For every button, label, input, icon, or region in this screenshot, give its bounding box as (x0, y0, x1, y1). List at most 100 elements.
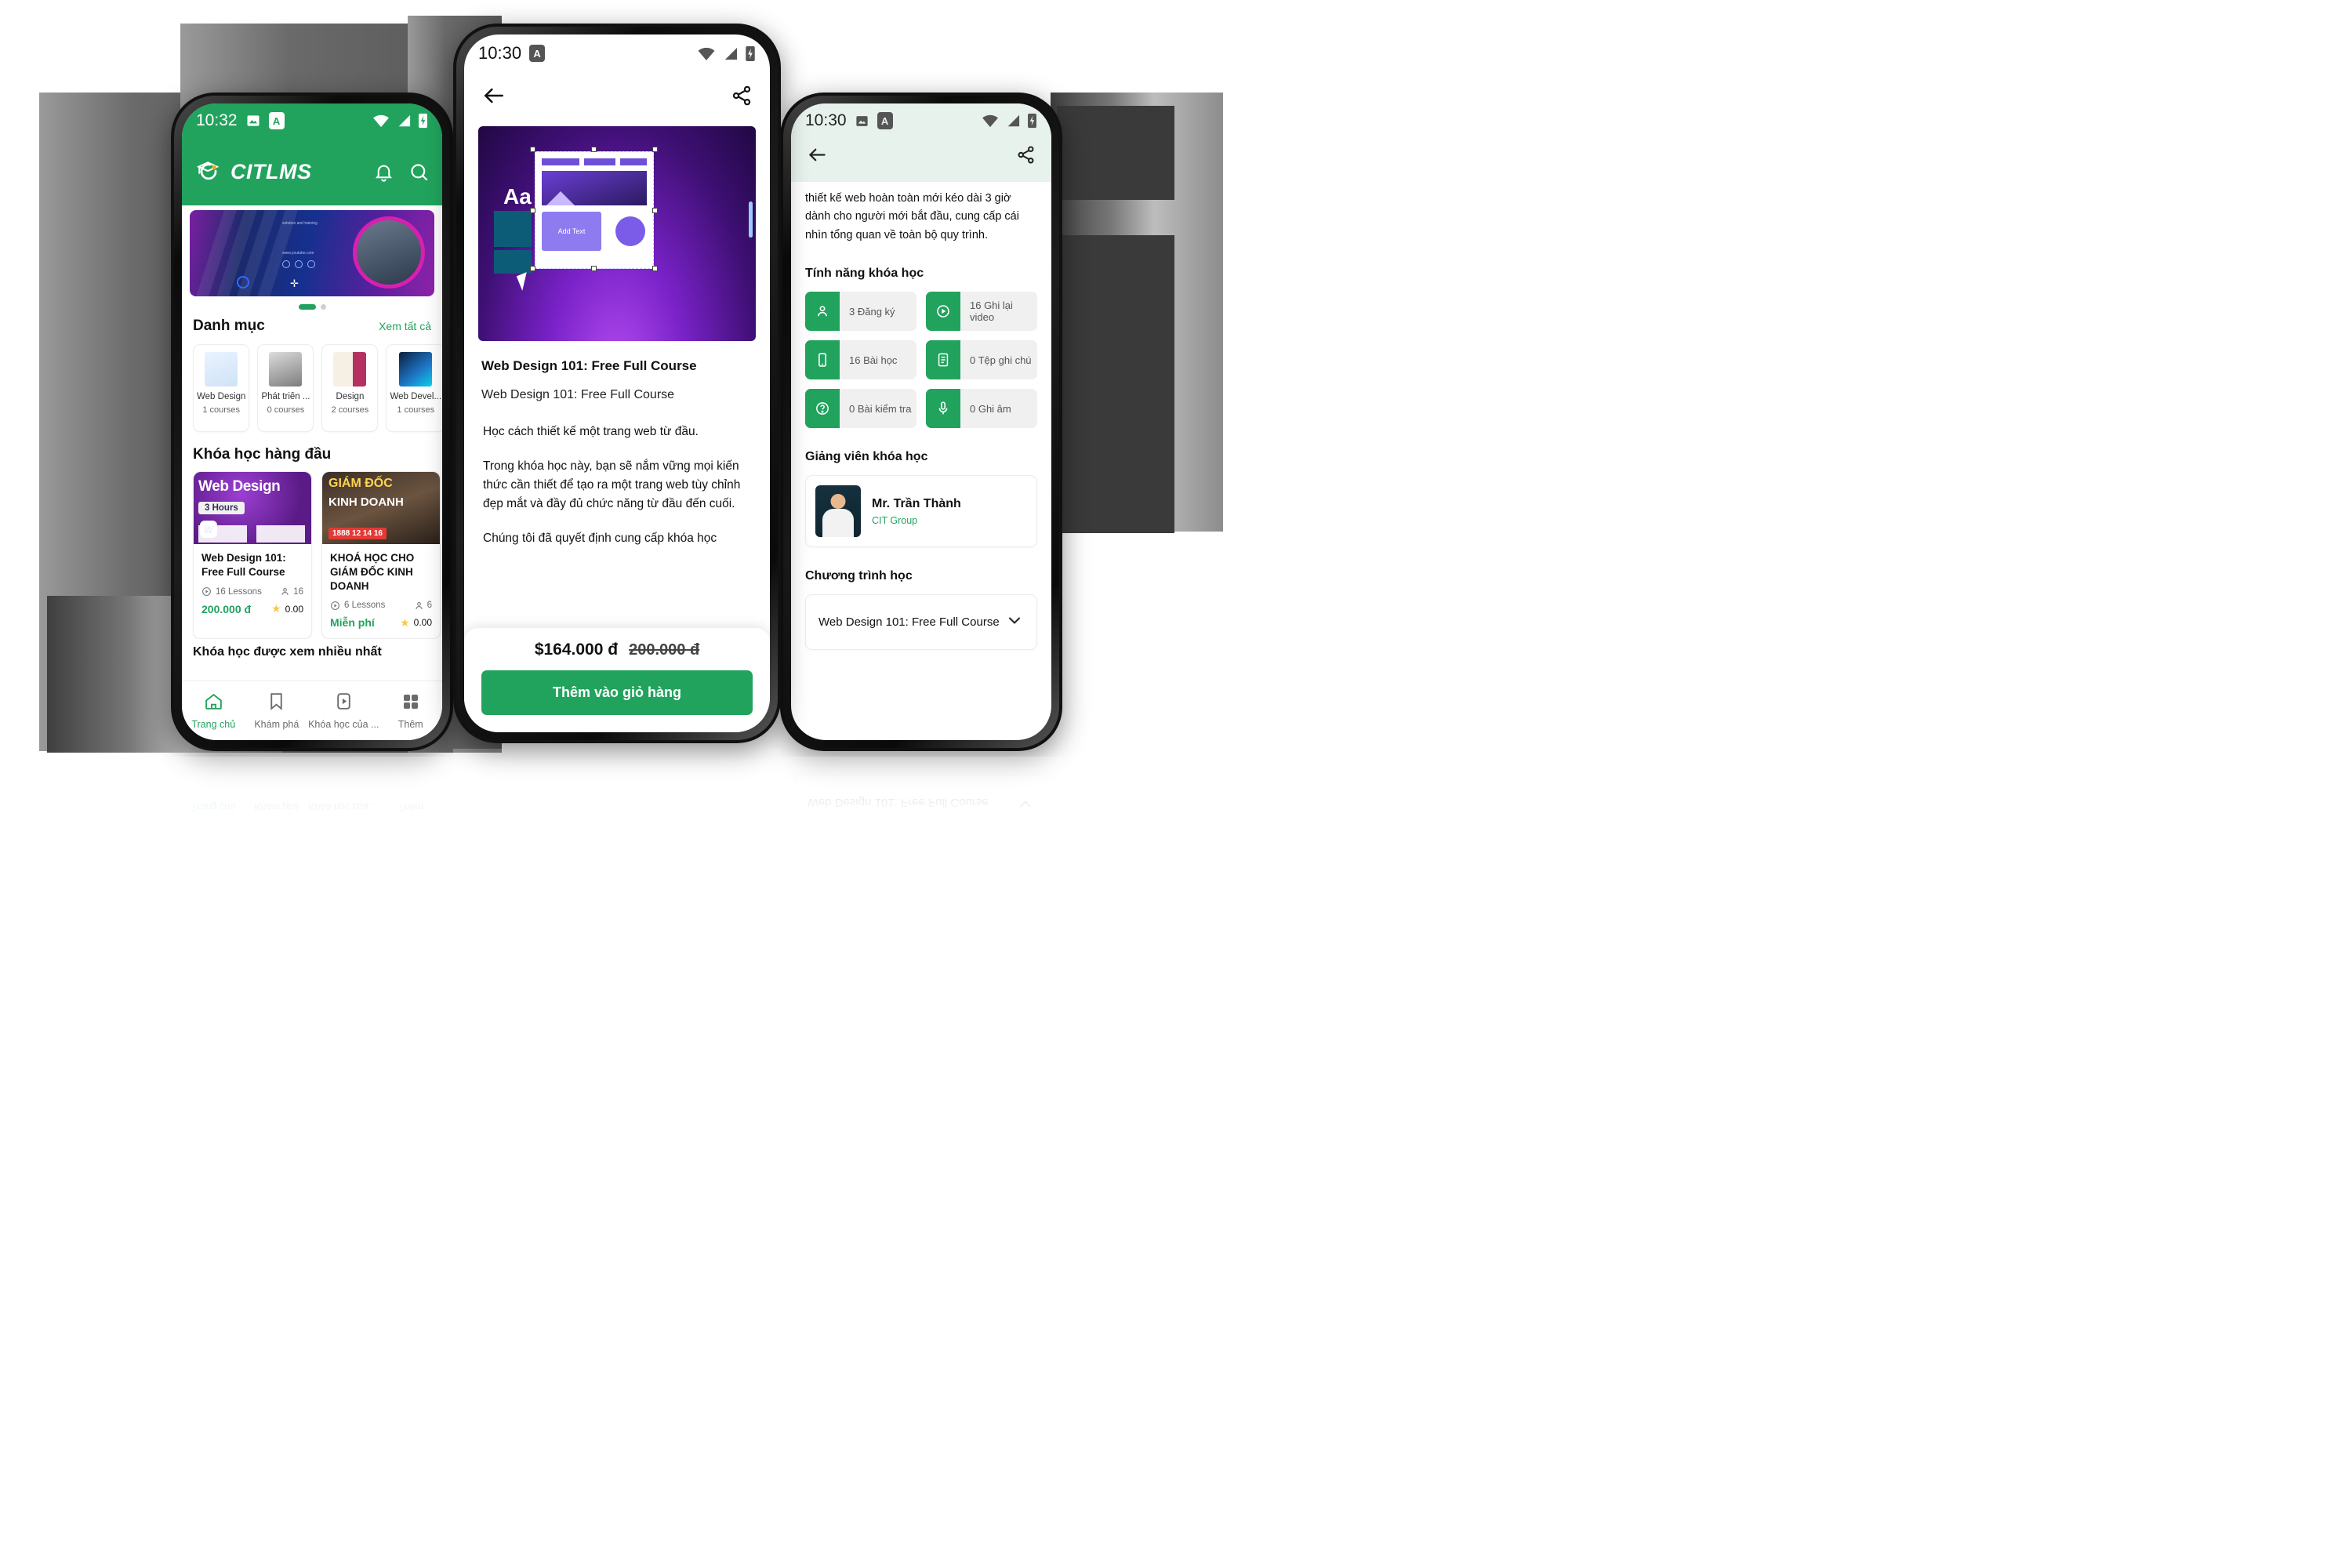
feature-label: 3 Đăng ký (849, 305, 895, 318)
detail-scroll-right[interactable]: thiết kế web hoàn toàn mới kéo dài 3 giờ… (791, 182, 1051, 651)
feature-label: 0 Bài kiểm tra (849, 402, 912, 415)
phone-center-screen: 10:30 A Aa Add Text Web Design 101: Free… (464, 34, 770, 732)
instructor-card[interactable]: Mr. Trần Thành CIT Group (805, 475, 1037, 548)
category-card[interactable]: Design 2 courses (321, 344, 379, 432)
category-count: 1 courses (202, 405, 241, 416)
tab-label: Khóa học của ... (308, 719, 379, 730)
search-icon[interactable] (408, 162, 430, 183)
star-icon: ★ (400, 615, 410, 629)
dot-active[interactable] (298, 304, 316, 310)
tab-label: Khám phá (254, 719, 299, 730)
purchase-bar: $164.000 đ 200.000 đ Thêm vào giỏ hàng (464, 628, 770, 732)
promo-banner[interactable]: solution and training www.youtube.com ✛ (190, 210, 434, 296)
back-arrow-icon[interactable] (807, 144, 828, 169)
phone-left-screen: 10:32 A CITLMS solution and training www… (182, 103, 442, 740)
person-icon (414, 601, 424, 611)
curriculum-item[interactable]: Web Design 101: Free Full Course (805, 594, 1037, 651)
courses-row[interactable]: Web Design 3 Hours W Web Design 101: Fre… (182, 463, 442, 639)
bg-block-right-dark-2 (1057, 235, 1174, 533)
A-icon: A (529, 45, 546, 62)
dot-2[interactable] (320, 304, 326, 310)
course-hero-image: Aa Add Text (478, 126, 756, 341)
wifi-icon (697, 46, 716, 61)
status-bar-center: 10:30 A (464, 34, 770, 72)
bg-block-right-dark (1057, 106, 1174, 200)
category-name: Phát triển ... (261, 392, 310, 401)
next-section-title: Khóa học được xem nhiều nhất (193, 644, 382, 659)
course-thumb-title: Web Design (198, 478, 281, 495)
tab-my-courses[interactable]: Khóa học của ... (308, 691, 379, 730)
star-icon: ★ (271, 602, 281, 615)
phone-center: 10:30 A Aa Add Text Web Design 101: Free… (453, 24, 781, 743)
category-name: Web Devel... (390, 392, 442, 401)
share-icon[interactable] (731, 85, 753, 111)
categories-row[interactable]: Web Design 1 courses Phát triển ... 0 co… (182, 335, 442, 435)
share-icon[interactable] (1016, 145, 1036, 169)
course-title: Web Design 101: Free Full Course (201, 552, 286, 579)
A-icon: A (268, 112, 285, 129)
feature-label: 16 Ghi lại video (970, 299, 1013, 324)
feature-item[interactable]: 16 Bài học (805, 340, 916, 380)
phone-right: 10:30 A thiết kế web hoàn toàn mới kéo d… (780, 93, 1062, 751)
feature-item[interactable]: 0 Ghi âm (926, 389, 1037, 429)
see-all-link[interactable]: Xem tất cả (379, 320, 431, 332)
app-title: CITLMS (230, 159, 312, 183)
feature-item[interactable]: 3 Đăng ký (805, 292, 916, 332)
image-icon (855, 114, 869, 129)
bottom-tab-bar[interactable]: Trang chủ Khám phá Khóa học của ... Thêm (182, 681, 442, 740)
avatar (815, 485, 861, 538)
bell-icon[interactable] (373, 162, 394, 183)
feature-item[interactable]: 0 Bài kiểm tra (805, 389, 916, 429)
categories-title: Danh mục (193, 318, 265, 334)
course-paragraph-3: Chúng tôi đã quyết định cung cấp khóa họ… (483, 532, 717, 546)
course-paragraph-2: Trong khóa học này, bạn sẽ nắm vững mọi … (483, 459, 741, 511)
feature-item[interactable]: 0 Tệp ghi chú (926, 340, 1037, 380)
course-students: 16 (293, 586, 303, 597)
document-icon (926, 340, 960, 380)
category-card[interactable]: Web Design 1 courses (193, 344, 250, 432)
signal-icon (1005, 114, 1021, 128)
category-thumb (269, 352, 303, 387)
back-arrow-icon[interactable] (481, 83, 506, 112)
course-price: 200.000 đ (201, 602, 252, 615)
category-thumb (399, 352, 433, 387)
detail-topbar-center (464, 72, 770, 122)
tab-more[interactable]: Thêm (379, 692, 442, 730)
category-count: 0 courses (267, 405, 305, 416)
battery-charging-icon (1027, 113, 1037, 129)
tab-explore[interactable]: Khám phá (245, 691, 309, 730)
hero-aa-label: Aa (503, 184, 532, 209)
course-meta: 6 Lessons 6 (330, 601, 432, 611)
price-row: $164.000 đ 200.000 đ (481, 641, 753, 659)
tab-home[interactable]: Trang chủ (182, 691, 245, 730)
features-grid: 3 Đăng ký 16 Ghi lại video 16 Bài học 0 … (805, 292, 1037, 429)
category-card[interactable]: Phát triển ... 0 courses (257, 344, 314, 432)
citlms-logo-icon (194, 158, 223, 186)
banner-dots[interactable] (182, 296, 442, 313)
category-name: Design (336, 392, 365, 401)
battery-charging-icon (418, 113, 428, 129)
hero-add-text: Add Text (542, 212, 601, 251)
image-icon (245, 113, 261, 129)
wifi-icon (982, 114, 999, 128)
add-to-cart-button[interactable]: Thêm vào giỏ hàng (481, 670, 753, 715)
course-paragraph-1: Học cách thiết kế một trang web từ đầu. (483, 425, 699, 438)
course-rating-value: 0.00 (285, 603, 303, 615)
feature-item[interactable]: 16 Ghi lại video (926, 292, 1037, 332)
course-card[interactable]: GIÁM ĐỐC KINH DOANH 1888 12 14 16 KHOÁ H… (321, 471, 441, 639)
feature-label: 16 Bài học (849, 354, 898, 366)
course-subtitle: Web Design 101: Free Full Course (481, 388, 675, 401)
status-time: 10:32 (196, 111, 238, 129)
category-card[interactable]: Web Devel... 1 courses (386, 344, 442, 432)
top-courses-header: Khóa học hàng đầu (182, 435, 442, 463)
course-card[interactable]: Web Design 3 Hours W Web Design 101: Fre… (193, 471, 312, 639)
course-lessons: 16 Lessons (216, 586, 262, 597)
tab-label: Thêm (397, 718, 423, 730)
category-thumb (205, 352, 238, 387)
play-circle-icon (201, 586, 212, 597)
price-original: 200.000 đ (629, 641, 700, 659)
course-price-row: 200.000 đ ★ 0.00 (201, 602, 303, 615)
chevron-down-icon[interactable] (1005, 611, 1024, 633)
grid-icon (401, 692, 420, 715)
home-icon (204, 691, 223, 715)
